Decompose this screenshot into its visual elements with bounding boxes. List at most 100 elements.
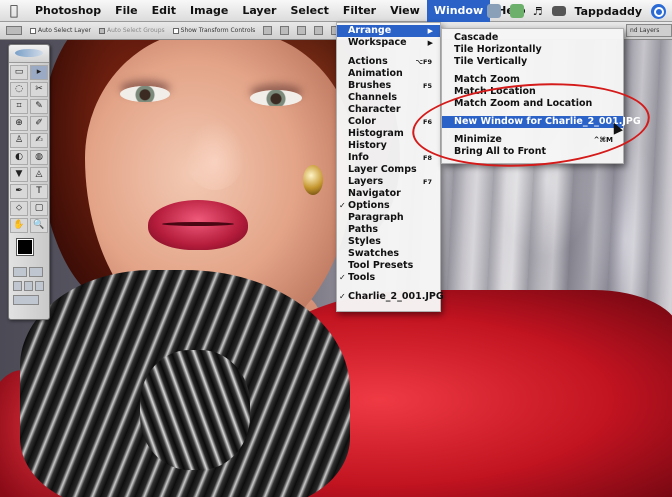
window-menu-swatches[interactable]: Swatches xyxy=(337,248,440,260)
hand-tool-icon[interactable]: ✋ xyxy=(10,218,28,233)
paths-label: Paths xyxy=(348,224,379,235)
spaces-icon[interactable] xyxy=(509,4,524,18)
channels-label: Channels xyxy=(348,92,398,103)
show-transform-option[interactable]: Show Transform Controls xyxy=(172,27,256,34)
window-menu-layers[interactable]: Layers F7 xyxy=(337,176,440,188)
gradient-tool-icon[interactable]: ◍ xyxy=(30,150,48,165)
paragraph-label: Paragraph xyxy=(348,212,404,223)
show-transform-label: Show Transform Controls xyxy=(180,27,256,34)
align-middle-button[interactable] xyxy=(280,26,290,35)
palette-well-tab[interactable]: nd Layers xyxy=(626,24,672,37)
window-menu-layer-comps[interactable]: Layer Comps xyxy=(337,164,440,176)
blur-tool-icon[interactable]: ▼ xyxy=(10,167,28,182)
menu-file[interactable]: File xyxy=(108,0,145,22)
zoom-tool-icon[interactable]: 🔍 xyxy=(30,218,48,233)
network-icon[interactable] xyxy=(486,4,501,18)
marquee-tool-icon[interactable]: ▭ xyxy=(10,65,28,80)
dodge-tool-icon[interactable]: ◬ xyxy=(30,167,48,182)
navigator-label: Navigator xyxy=(348,188,401,199)
jump-to-imageready-icon[interactable] xyxy=(13,295,39,305)
window-menu-channels[interactable]: Channels xyxy=(337,92,440,104)
arrange-label: Arrange xyxy=(348,25,392,36)
arrange-cascade[interactable]: Cascade xyxy=(442,32,623,44)
menu-app-photoshop[interactable]: Photoshop xyxy=(28,0,108,22)
clone-stamp-icon[interactable]: ♙ xyxy=(10,133,28,148)
workspace-label: Workspace xyxy=(348,37,407,48)
animation-label: Animation xyxy=(348,68,403,79)
cascade-label: Cascade xyxy=(454,32,499,43)
arrange-tile-horizontally[interactable]: Tile Horizontally xyxy=(442,44,623,56)
tile-vertically-label: Tile Vertically xyxy=(454,56,528,67)
auto-select-groups-option[interactable]: Auto Select Groups xyxy=(98,27,165,34)
show-transform-checkbox[interactable] xyxy=(172,27,179,34)
check-icon: ✓ xyxy=(339,273,346,282)
crop-tool-icon[interactable]: ⌗ xyxy=(10,99,28,114)
type-tool-icon[interactable]: T xyxy=(30,184,48,199)
move-tool-icon[interactable]: ▸ xyxy=(30,65,48,80)
window-menu-info[interactable]: Info F8 xyxy=(337,152,440,164)
layer-comps-label: Layer Comps xyxy=(348,164,417,175)
move-tool-icon[interactable] xyxy=(6,26,22,35)
full-screen-icon[interactable] xyxy=(35,281,44,291)
window-menu-workspace[interactable]: Workspace ▶ xyxy=(337,37,440,49)
menu-layer[interactable]: Layer xyxy=(235,0,283,22)
spotlight-icon[interactable] xyxy=(651,3,666,19)
window-menu-tools[interactable]: ✓ Tools xyxy=(337,272,440,284)
history-brush-icon[interactable]: ✍ xyxy=(30,133,48,148)
window-menu-navigator[interactable]: Navigator xyxy=(337,188,440,200)
tools-label: Tools xyxy=(348,272,376,283)
full-screen-menu-icon[interactable] xyxy=(24,281,33,291)
menu-select[interactable]: Select xyxy=(283,0,335,22)
tools-header[interactable] xyxy=(9,45,49,63)
magic-wand-tool-icon[interactable]: ✂ xyxy=(30,82,48,97)
slice-tool-icon[interactable]: ✎ xyxy=(30,99,48,114)
foreground-color-swatch[interactable] xyxy=(16,238,34,256)
align-top-button[interactable] xyxy=(263,26,273,35)
arrange-tile-vertically[interactable]: Tile Vertically xyxy=(442,56,623,68)
submenu-arrow-icon: ▶ xyxy=(427,39,433,47)
auto-select-layer-option[interactable]: Auto Select Layer xyxy=(30,27,91,34)
shape-tool-icon[interactable]: ▢ xyxy=(30,201,48,216)
apple-icon[interactable]:  xyxy=(0,3,28,19)
eye-right xyxy=(250,90,302,106)
feather-logo-icon xyxy=(15,49,43,57)
menu-view[interactable]: View xyxy=(383,0,427,22)
user-name[interactable]: Tappdaddy xyxy=(575,5,642,18)
standard-screen-icon[interactable] xyxy=(13,281,22,291)
window-menu-arrange[interactable]: Arrange ▶ xyxy=(337,25,440,37)
window-menu-paragraph[interactable]: Paragraph xyxy=(337,212,440,224)
auto-select-layer-checkbox[interactable] xyxy=(30,27,36,34)
standard-mode-icon[interactable] xyxy=(13,267,27,277)
window-menu-brushes[interactable]: Brushes F5 xyxy=(337,80,440,92)
check-icon: ✓ xyxy=(339,201,346,210)
align-left-button[interactable] xyxy=(314,26,324,35)
menu-image[interactable]: Image xyxy=(183,0,235,22)
brush-tool-icon[interactable]: ✐ xyxy=(30,116,48,131)
window-menu-animation[interactable]: Animation xyxy=(337,68,440,80)
pen-tool-icon[interactable]: ⬦ xyxy=(10,201,28,216)
window-menu-tool-presets[interactable]: Tool Presets xyxy=(337,260,440,272)
actions-label: Actions xyxy=(348,56,388,67)
auto-select-groups-checkbox[interactable] xyxy=(98,27,105,34)
layers-shortcut: F7 xyxy=(423,178,432,186)
menu-window[interactable]: Window xyxy=(426,0,491,22)
lasso-tool-icon[interactable]: ◌ xyxy=(10,82,28,97)
window-menu-document[interactable]: ✓ Charlie_2_001.JPG xyxy=(337,291,444,303)
quick-mask-icon[interactable] xyxy=(29,267,43,277)
align-bottom-button[interactable] xyxy=(297,26,307,35)
quick-mask-row xyxy=(9,265,49,279)
actions-shortcut: ⌥F9 xyxy=(415,58,432,66)
window-menu-actions[interactable]: Actions ⌥F9 xyxy=(337,56,440,68)
window-menu-paths[interactable]: Paths xyxy=(337,224,440,236)
info-label: Info xyxy=(348,152,369,163)
menu-edit[interactable]: Edit xyxy=(145,0,183,22)
eraser-tool-icon[interactable]: ◐ xyxy=(10,150,28,165)
volume-icon[interactable]: ♬ xyxy=(533,5,543,18)
path-selection-icon[interactable]: ✒ xyxy=(10,184,28,199)
window-menu-styles[interactable]: Styles xyxy=(337,236,440,248)
window-menu-dropdown: Arrange ▶ Workspace ▶ Actions ⌥F9 Animation… xyxy=(336,22,444,312)
window-menu-options[interactable]: ✓ Options xyxy=(337,200,440,212)
display-icon[interactable] xyxy=(551,6,566,16)
healing-brush-icon[interactable]: ⊕ xyxy=(10,116,28,131)
menu-filter[interactable]: Filter xyxy=(336,0,383,22)
